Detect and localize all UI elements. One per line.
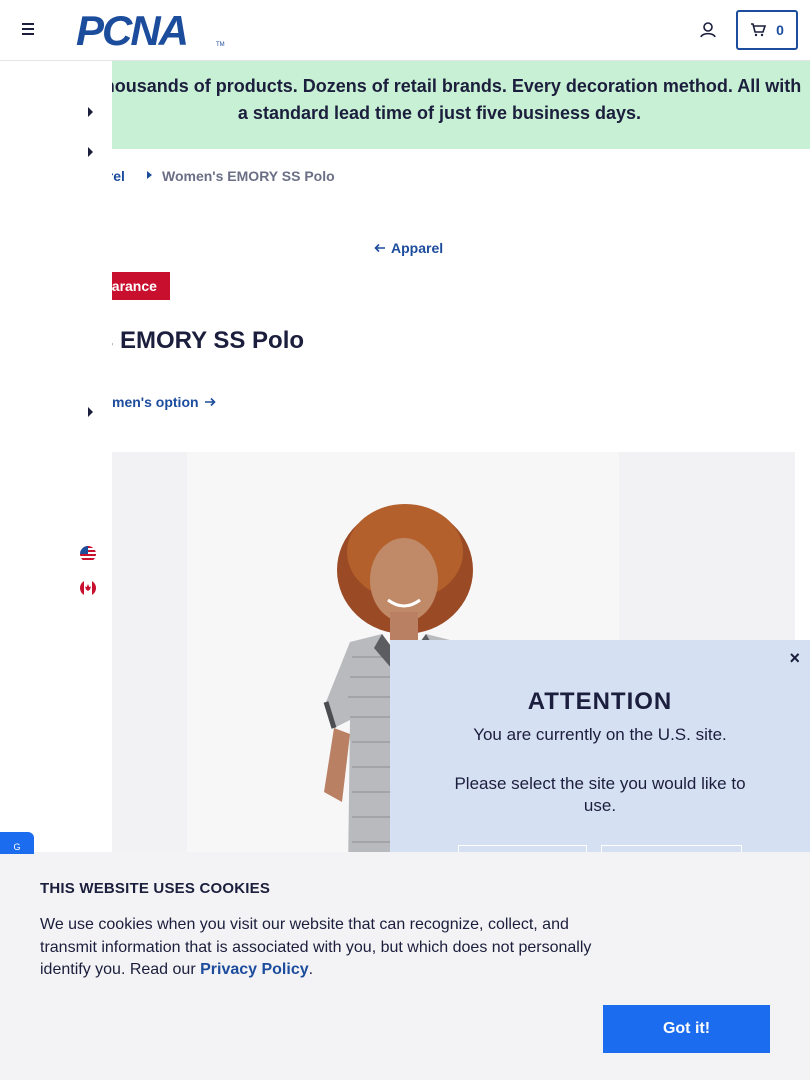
caret-right-icon[interactable] xyxy=(88,107,93,117)
back-to-apparel-link[interactable]: Apparel xyxy=(374,240,443,256)
mens-option-link[interactable]: men's option xyxy=(112,394,216,410)
site-header: PCNA TM 0 xyxy=(0,0,810,61)
cart-count: 0 xyxy=(776,22,784,38)
logo-text: PCNA xyxy=(76,7,189,54)
breadcrumb-current: Women's EMORY SS Polo xyxy=(162,168,335,184)
canada-flag-icon[interactable] xyxy=(80,580,96,596)
mens-option-label: men's option xyxy=(112,394,199,410)
modal-message: You are currently on the U.S. site. xyxy=(473,725,727,744)
product-title: s EMORY SS Polo xyxy=(100,327,305,354)
caret-right-icon[interactable] xyxy=(88,147,93,157)
arrow-left-icon xyxy=(374,243,385,253)
cookie-banner: THIS WEBSITE USES COOKIES We use cookies… xyxy=(0,852,810,1080)
promo-text: y Thousands of products. Dozens of retai… xyxy=(77,76,802,123)
pcna-logo[interactable]: PCNA TM xyxy=(76,10,226,52)
cookie-title: THIS WEBSITE USES COOKIES xyxy=(40,880,271,897)
logo-trademark: TM xyxy=(216,42,225,48)
privacy-policy-link[interactable]: Privacy Policy xyxy=(200,961,309,978)
cookie-text-end: . xyxy=(308,961,314,978)
close-icon[interactable]: × xyxy=(789,648,800,669)
cookie-text: We use cookies when you visit our websit… xyxy=(40,914,605,982)
cart-button[interactable]: 0 xyxy=(736,10,798,50)
cookie-text-body: We use cookies when you visit our websit… xyxy=(40,916,592,978)
site-selection-modal: × ATTENTION You are currently on the U.S… xyxy=(390,640,810,885)
page: PCNA TM 0 y Thousands of products. Dozen… xyxy=(0,0,810,1080)
modal-title: ATTENTION xyxy=(527,688,673,715)
accept-cookies-button[interactable]: Got it! xyxy=(603,1005,770,1053)
caret-right-icon[interactable] xyxy=(88,407,93,417)
feedback-tab[interactable]: G xyxy=(0,832,34,854)
back-link-label: Apparel xyxy=(391,240,444,256)
modal-prompt: Please select the site you would like to… xyxy=(454,774,746,815)
caret-right-icon xyxy=(147,171,152,179)
arrow-right-icon xyxy=(204,397,216,407)
user-icon[interactable] xyxy=(698,20,718,40)
us-flag-icon[interactable] xyxy=(80,546,96,562)
promo-banner: y Thousands of products. Dozens of retai… xyxy=(78,61,810,149)
menu-icon[interactable] xyxy=(18,18,40,40)
cart-icon xyxy=(751,23,767,37)
